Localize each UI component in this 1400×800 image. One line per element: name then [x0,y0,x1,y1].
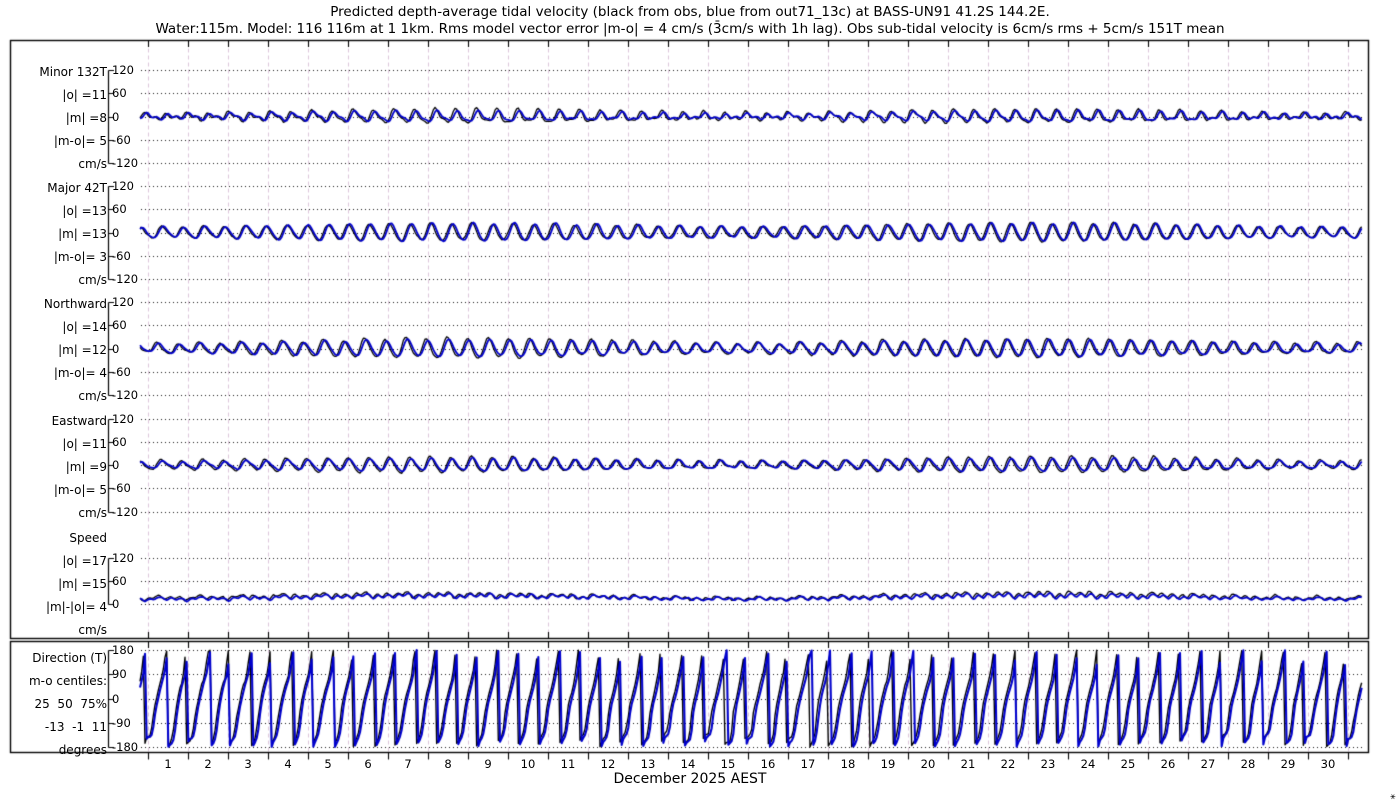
y-tick-label: 0 [112,597,120,611]
y-tick-label: -120 [112,156,139,170]
y-tick-label: 0 [112,109,120,124]
y-tick-label: 60 [112,573,127,588]
y-tick-label: 0 [112,341,120,356]
x-axis-title: December 2025 AEST [613,771,767,787]
y-tick-label: -120 [112,504,139,519]
x-tick-label: 9 [484,757,492,771]
x-tick-label: 28 [1240,757,1256,771]
x-tick-label: 5 [324,757,332,771]
x-tick-label: 21 [960,757,976,771]
x-tick-label: 7 [404,757,412,771]
x-tick-label: 17 [800,757,816,771]
x-tick-label: 15 [720,757,736,771]
y-tick-label: 180 [112,643,134,657]
x-tick-label: 18 [840,757,856,771]
y-tick-label: 60 [112,434,127,449]
y-tick-label: -120 [112,388,139,402]
x-tick-label: 22 [1000,757,1016,771]
panel-label-major: Major 42T |o| =13 |m| =13 |m-o|= 3 cm/s [47,181,107,287]
x-tick-label: 2 [204,757,212,771]
y-tick-label: 120 [112,550,134,565]
x-tick-label: 1 [164,757,172,771]
panel-label-eastward: Eastward |o| =11 |m| =9 |m-o|= 5 cm/s [51,413,107,520]
y-tick-label: 0 [112,458,120,472]
tidal-velocity-figure: Predicted depth-average tidal velocity (… [0,0,1400,800]
panel-label-speed: Speed |o| =17 |m| =15 |m|-|o|= 4 cm/s [45,531,107,638]
x-tick-label: 16 [760,757,776,771]
y-tick-label: -60 [112,364,131,379]
y-tick-label: 120 [112,63,134,77]
x-tick-label: 19 [880,757,896,771]
y-tick-label: 120 [112,295,134,309]
x-tick-label: 6 [364,757,372,771]
y-tick-label: -60 [112,132,131,147]
chart-canvas [0,0,1400,800]
x-tick-label: 12 [600,757,616,771]
y-tick-label: -60 [112,481,131,496]
x-tick-label: 13 [640,757,656,771]
x-tick-label: 26 [1160,757,1176,771]
copyright-note: © IMOS 18-Jun-2025 09:05:28. *Not for na… [1388,794,1400,800]
y-tick-label: 0 [112,225,120,240]
panel-label-direction: Direction (T) m-o centiles: 25 50 75% -1… [28,651,107,757]
x-tick-label: 20 [920,757,936,771]
x-tick-label: 3 [244,757,252,771]
y-tick-label: 120 [112,411,134,426]
y-tick-label: -60 [112,248,131,263]
y-tick-label: 60 [112,86,127,101]
x-tick-label: 14 [680,757,696,771]
x-tick-label: 29 [1280,757,1296,771]
x-tick-label: 23 [1040,757,1056,771]
x-tick-label: 27 [1200,757,1216,771]
y-tick-label: 120 [112,179,134,193]
y-tick-label: 60 [112,202,127,217]
x-tick-label: 4 [284,757,292,771]
y-tick-label: 90 [112,667,127,682]
y-tick-label: -90 [112,715,131,730]
y-tick-label: 60 [112,318,127,333]
y-tick-label: -120 [112,272,139,286]
y-tick-label: 0 [112,691,120,706]
x-tick-label: 11 [560,757,576,771]
x-tick-label: 25 [1120,757,1136,771]
x-tick-label: 24 [1080,757,1096,771]
x-tick-label: 8 [444,757,452,771]
y-tick-label: -180 [112,739,139,754]
panel-label-minor: Minor 132T |o| =11 |m| =8 |m-o|= 5 cm/s [39,65,107,171]
x-tick-label: 30 [1320,757,1336,771]
x-tick-label: 10 [520,757,536,771]
panel-label-northward: Northward |o| =14 |m| =12 |m-o|= 4 cm/s [43,297,107,403]
